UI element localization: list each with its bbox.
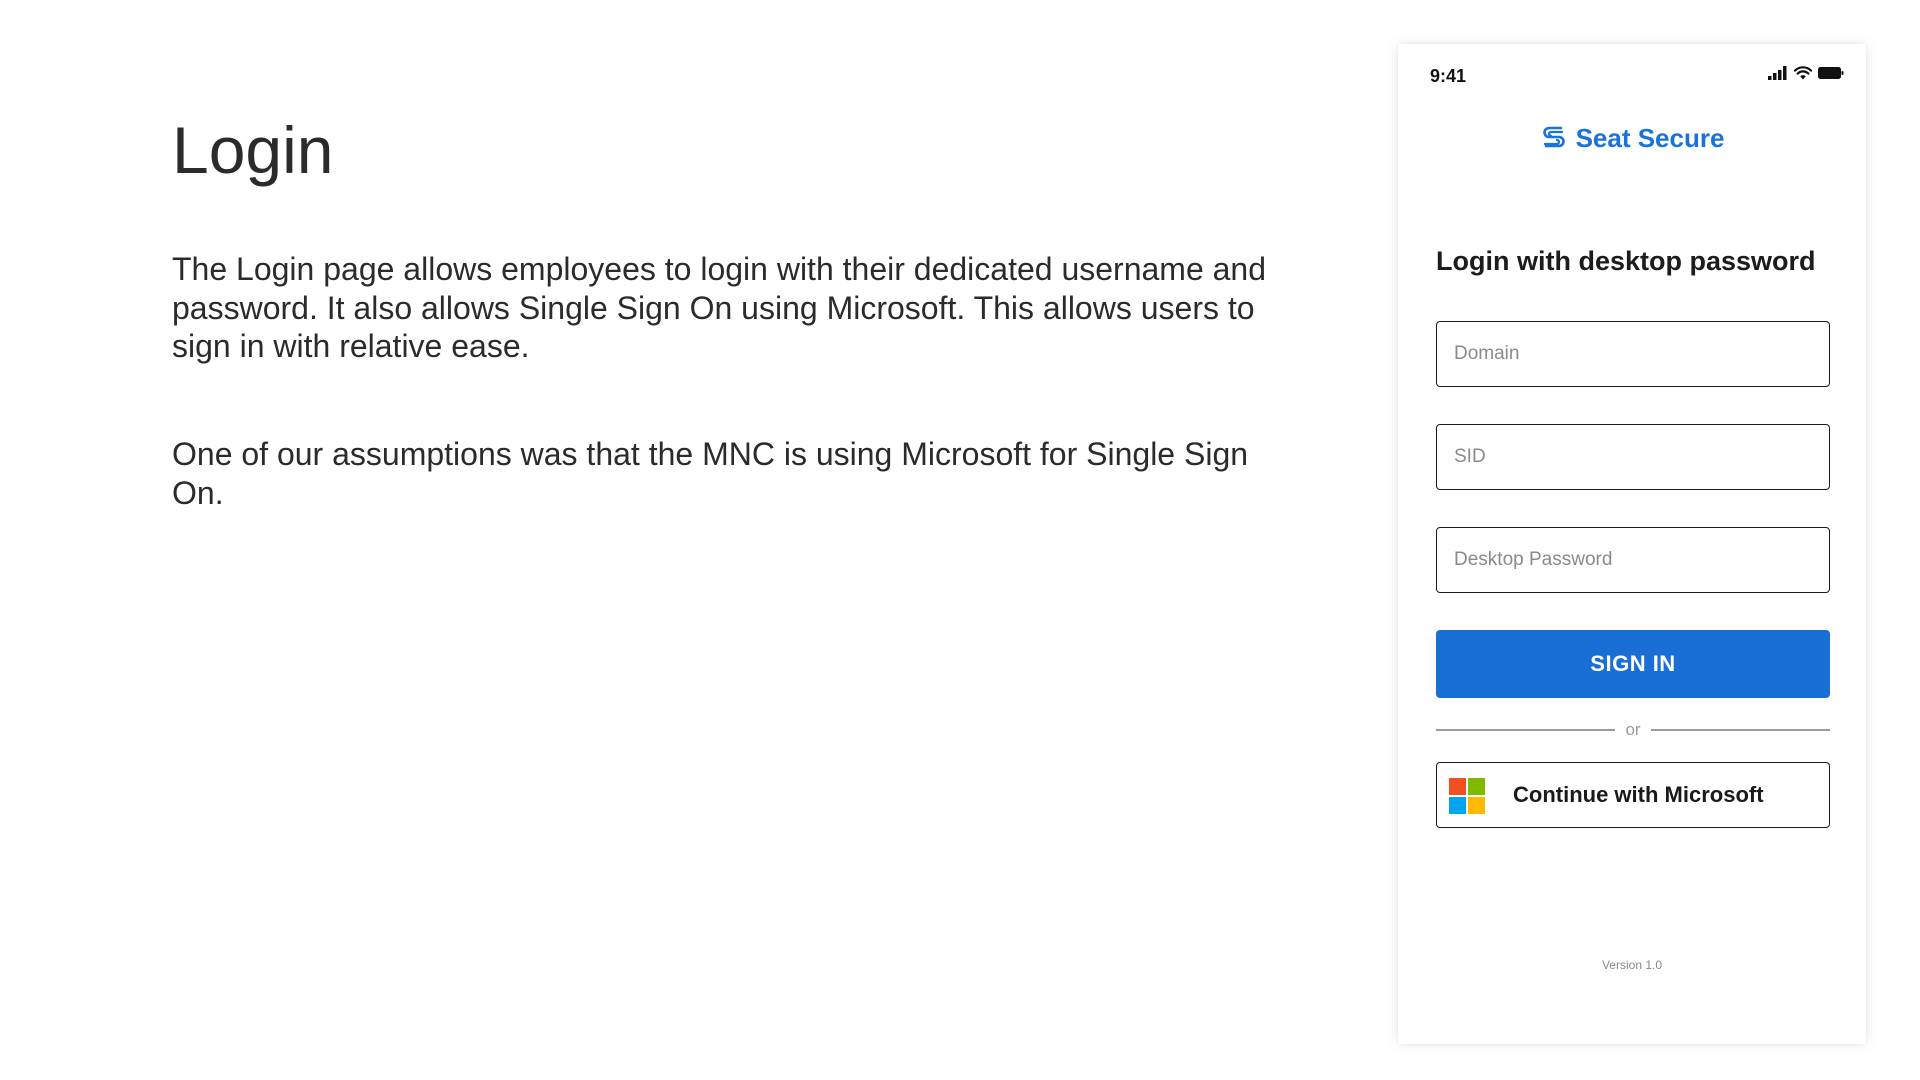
status-time: 9:41 [1430,66,1467,86]
sid-input[interactable] [1436,424,1830,490]
divider-line-left [1436,729,1616,731]
brand-name: Seat Secure [1575,123,1725,153]
divider-line-right [1650,729,1830,731]
assumption-paragraph: One of our assumptions was that the MNC … [172,436,1249,511]
domain-input[interactable] [1436,321,1830,387]
microsoft-button-label: Continue with Microsoft [1513,782,1764,807]
desktop-password-input[interactable] [1436,527,1830,593]
status-icons [1768,64,1844,82]
battery-icon [1818,67,1844,79]
sign-in-button[interactable]: SIGN IN [1436,630,1830,698]
slide: Login The Login page allows employees to… [0,0,1920,1080]
microsoft-logo-icon [1449,778,1485,814]
continue-with-microsoft-button[interactable]: Continue with Microsoft [1436,762,1830,828]
slide-title: Login [172,113,334,187]
version-label: Version 1.0 [1601,958,1663,972]
brand: Seat Secure [1398,122,1866,154]
form-heading: Login with desktop password [1436,246,1816,276]
seat-secure-logo-icon [1542,126,1565,148]
phone-mockup: 9:41 Seat Secure Login with desktop pass… [1398,44,1866,1044]
cellular-signal-icon [1768,66,1787,80]
or-divider: or [1436,720,1830,740]
divider-text: or [1625,720,1641,739]
description-paragraph: The Login page allows employees to login… [172,251,1267,364]
wifi-icon [1794,66,1812,80]
